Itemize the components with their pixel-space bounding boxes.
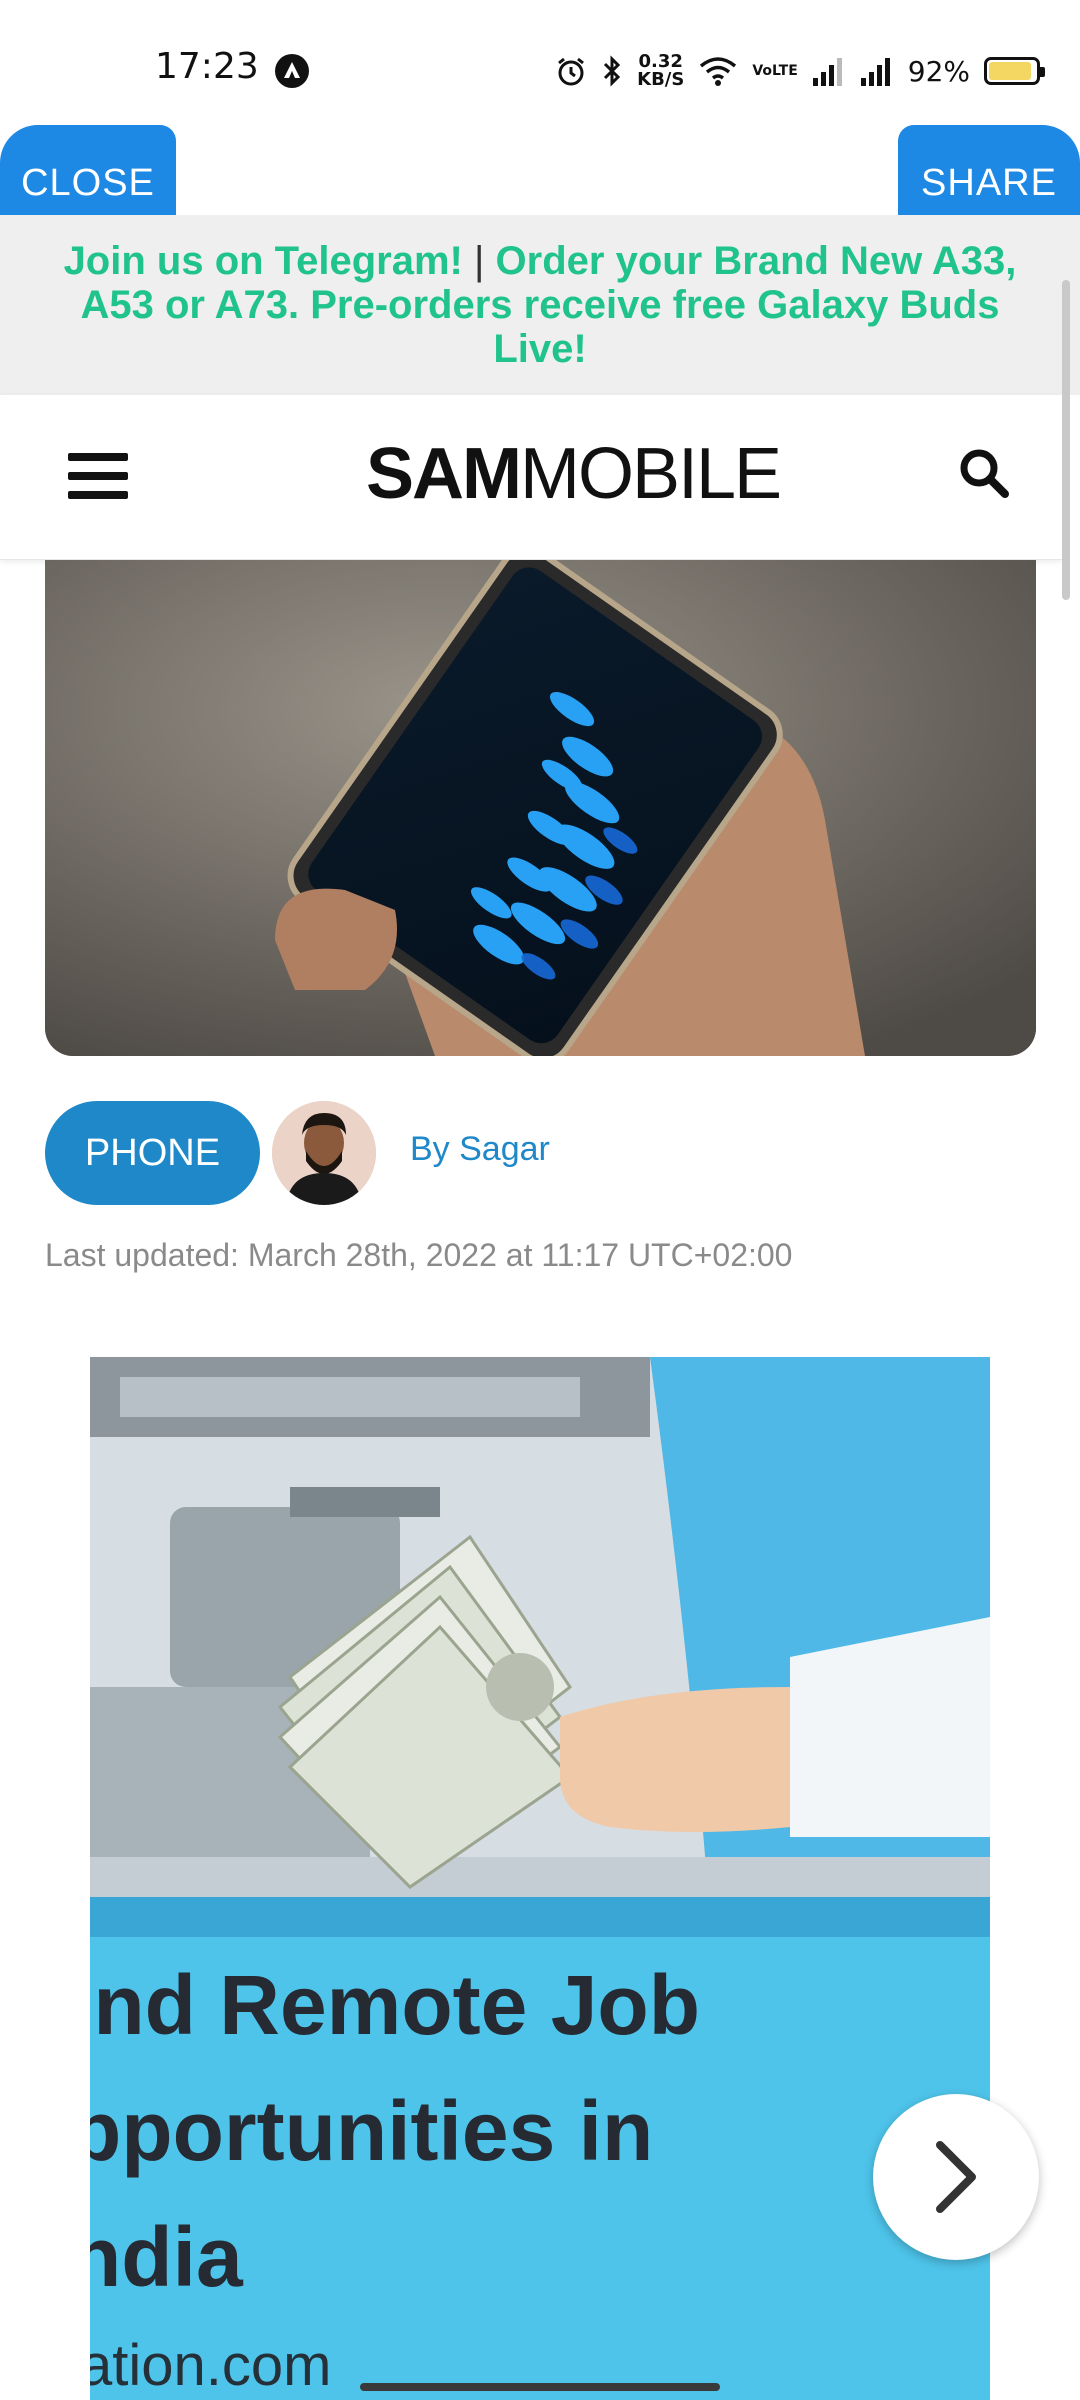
page-scrollbar[interactable] [1062,280,1070,600]
hamburger-icon[interactable] [68,453,128,499]
ad-next-button[interactable] [873,2094,1039,2260]
ad-headline-line2: pportunities in [90,2084,654,2178]
alarm-icon [555,55,587,87]
promo-banner: Join us on Telegram! | Order your Brand … [0,215,1080,395]
ad-headline-line1: ind Remote Job [90,1958,701,2052]
bluetooth-icon [601,55,623,87]
signal-icon-1 [812,56,846,86]
telegram-link[interactable]: Join us on Telegram! [64,239,463,283]
battery-percent: 92% [907,54,970,88]
share-button[interactable]: SHARE [898,125,1080,215]
home-indicator[interactable] [360,2383,720,2391]
author-avatar[interactable] [272,1101,376,1205]
network-speed: 0.32 KB/S [637,53,684,89]
signal-icon-2 [860,56,894,86]
app-notification-icon [275,54,309,88]
battery-fill [989,62,1032,80]
logo-sam: SAM [366,434,522,514]
article-hero-image [45,560,1036,1056]
net-speed-unit: KB/S [637,69,685,90]
chevron-right-icon [936,2141,976,2213]
promo-separator: | [474,239,485,283]
close-button[interactable]: CLOSE [0,125,176,215]
author-byline[interactable]: By Sagar [410,1130,550,1169]
site-header: SAMMOBILE [0,395,1062,560]
volte-icon: VoLTE [752,62,797,80]
search-icon[interactable] [958,447,1010,499]
logo-mobile: MOBILE [520,434,782,514]
ad-headline-line3: ndia [90,2210,243,2304]
wifi-icon [698,55,738,87]
sammobile-logo[interactable]: SAMMOBILE [366,433,782,515]
status-bar: 17:23 0.32 KB/S VoLTE 92% [0,0,1080,140]
category-tag-phone[interactable]: PHONE [45,1101,260,1205]
status-icons: 0.32 KB/S VoLTE 92% [555,46,1045,96]
volte-label: VoLTE [752,63,798,79]
last-updated-text: Last updated: March 28th, 2022 at 11:17 … [45,1237,793,1273]
advertisement[interactable]: ind Remote Job pportunities in ndia atio… [90,1357,990,2400]
battery-icon [984,57,1045,85]
ad-headline[interactable]: ind Remote Job pportunities in ndia [90,1942,890,2320]
ad-domain: ation.com [90,2333,332,2398]
status-time: 17:23 [155,46,259,87]
